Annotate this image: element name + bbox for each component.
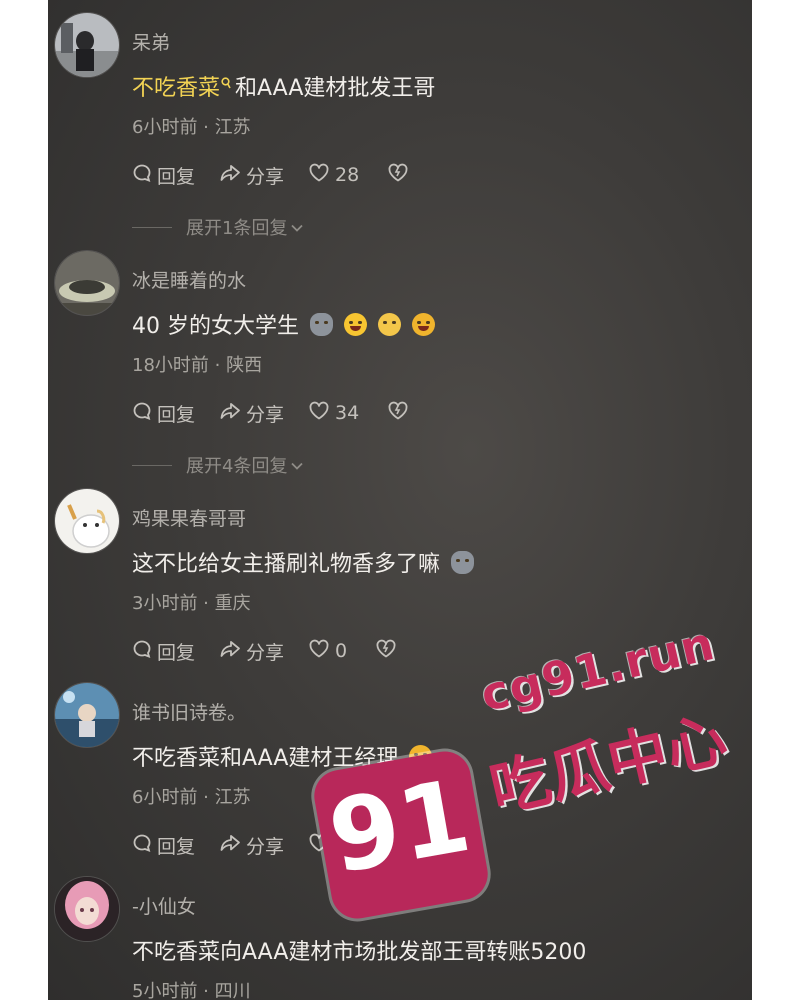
divider — [132, 464, 172, 466]
reply-icon — [132, 639, 157, 664]
comment-time: 18小时前 — [132, 355, 209, 376]
comment-meta: 6小时前 · 江苏 — [132, 117, 251, 138]
comment-body: 这不比给女主播刷礼物香多了嘛 — [132, 552, 441, 577]
share-icon — [219, 639, 246, 664]
avatar[interactable] — [54, 12, 120, 78]
cat-emoji — [310, 313, 333, 336]
reply-icon — [132, 163, 157, 188]
expand-replies-button[interactable]: 展开1条回复 — [132, 214, 304, 240]
avatar[interactable] — [54, 682, 120, 748]
share-button[interactable]: 分享 — [219, 162, 284, 189]
comment-text: 不吃香菜和AAA建材王经理 — [132, 740, 433, 772]
heart-icon — [308, 833, 335, 858]
like-count: 0 — [335, 640, 348, 662]
share-button[interactable]: 分享 — [219, 400, 284, 427]
comment-meta: 6小时前 · 江苏 — [132, 787, 251, 808]
like-count: 3 — [335, 834, 348, 856]
comment-body: 不吃香菜向AAA建材市场批发部王哥转账5200 — [132, 940, 587, 965]
comment-actions: 回复 分享 28 — [132, 162, 409, 188]
comment-location: 陕西 — [226, 355, 263, 376]
avatar[interactable] — [54, 876, 120, 942]
comment-actions: 回复 分享 3 — [132, 832, 397, 858]
dislike-button[interactable] — [387, 401, 409, 426]
comment-body: 不吃香菜和AAA建材王经理 — [132, 746, 399, 771]
username[interactable]: 呆弟 — [132, 28, 170, 55]
dislike-button[interactable] — [375, 639, 397, 664]
search-icon — [221, 70, 231, 95]
comment-location: 江苏 — [214, 117, 251, 138]
username[interactable]: 谁书旧诗卷。 — [132, 698, 246, 725]
comment-meta: 3小时前 · 重庆 — [132, 593, 251, 614]
reply-button[interactable]: 回复 — [132, 832, 195, 859]
username[interactable]: 冰是睡着的水 — [132, 266, 246, 293]
like-button[interactable]: 3 — [308, 833, 347, 858]
broken-heart-icon — [375, 833, 397, 858]
heart-icon — [308, 163, 335, 188]
share-icon — [219, 163, 246, 188]
reply-icon — [132, 833, 157, 858]
comment-body: 和AAA建材批发王哥 — [235, 76, 436, 101]
sweat-smile-emoji — [409, 745, 433, 768]
username[interactable]: 鸡果果春哥哥 — [132, 504, 246, 531]
laugh-cry-emoji — [344, 313, 367, 336]
comment-location: 江苏 — [214, 787, 251, 808]
like-button[interactable]: 28 — [308, 163, 359, 188]
reply-button[interactable]: 回复 — [132, 162, 195, 189]
comment-location: 四川 — [214, 981, 251, 1000]
expand-replies-button[interactable]: 展开4条回复 — [132, 452, 304, 478]
avatar[interactable] — [54, 250, 120, 316]
comment-actions: 回复 分享 34 — [132, 400, 409, 426]
like-button[interactable]: 0 — [308, 639, 347, 664]
comment-time: 6小时前 — [132, 117, 198, 138]
comment-text: 40 岁的女大学生 — [132, 308, 435, 340]
comment-time: 5小时前 — [132, 981, 198, 1000]
comment-time: 3小时前 — [132, 593, 198, 614]
grin-emoji — [412, 313, 435, 336]
comment-actions: 回复 分享 0 — [132, 638, 397, 664]
mention-link[interactable]: 不吃香菜 — [132, 76, 220, 101]
heart-icon — [308, 639, 335, 664]
comment-body: 40 岁的女大学生 — [132, 314, 299, 339]
comment-text: 不吃香菜 和AAA建材批发王哥 — [132, 70, 435, 102]
comment-panel: 呆弟 不吃香菜 和AAA建材批发王哥 6小时前 · 江苏 回复 分享 28 展开1… — [48, 0, 752, 1000]
like-count: 34 — [335, 402, 360, 424]
comment-time: 6小时前 — [132, 787, 198, 808]
share-icon — [219, 401, 246, 426]
broken-heart-icon — [375, 639, 397, 664]
share-icon — [219, 833, 246, 858]
like-button[interactable]: 34 — [308, 401, 359, 426]
avatar[interactable] — [54, 488, 120, 554]
dislike-button[interactable] — [387, 163, 409, 188]
thinking-emoji — [378, 313, 401, 336]
chevron-down-icon — [287, 217, 304, 238]
divider — [132, 226, 172, 228]
comment-location: 重庆 — [214, 593, 251, 614]
comment-meta: 5小时前 · 四川 — [132, 981, 251, 1000]
comment-text: 这不比给女主播刷礼物香多了嘛 — [132, 546, 475, 578]
share-button[interactable]: 分享 — [219, 638, 284, 665]
cat-emoji — [451, 551, 475, 574]
reply-button[interactable]: 回复 — [132, 400, 195, 427]
broken-heart-icon — [387, 163, 409, 188]
dislike-button[interactable] — [375, 833, 397, 858]
comment-text: 不吃香菜向AAA建材市场批发部王哥转账5200 — [132, 934, 586, 966]
broken-heart-icon — [387, 401, 409, 426]
heart-icon — [308, 401, 335, 426]
reply-button[interactable]: 回复 — [132, 638, 195, 665]
username[interactable]: -小仙女 — [132, 892, 196, 919]
chevron-down-icon — [287, 455, 304, 476]
reply-icon — [132, 401, 157, 426]
share-button[interactable]: 分享 — [219, 832, 284, 859]
comment-meta: 18小时前 · 陕西 — [132, 355, 263, 376]
like-count: 28 — [335, 164, 360, 186]
